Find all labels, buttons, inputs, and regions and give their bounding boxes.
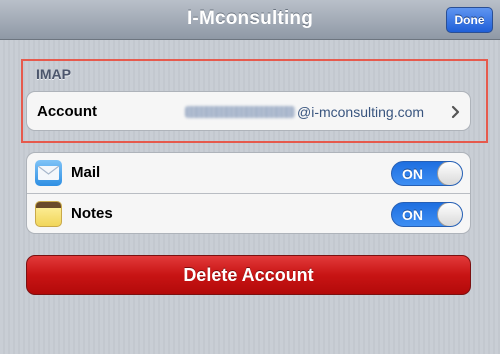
done-button[interactable]: Done [446,7,493,33]
app-row-notes: Notes ON [27,194,470,233]
toggle-knob [437,162,462,185]
page-title: I-Mconsulting [186,8,314,29]
account-email: @i-mconsulting.com [297,104,425,120]
notes-icon [35,201,62,227]
mail-icon [35,160,62,186]
delete-account-button[interactable]: Delete Account [26,255,471,295]
app-label-mail: Mail [71,164,101,181]
chevron-right-icon [451,105,460,119]
app-label-notes: Notes [71,205,113,222]
section-header: IMAP [36,66,71,82]
app-row-mail: Mail ON [27,153,470,194]
mail-toggle-label: ON [402,166,423,182]
notes-toggle[interactable]: ON [391,202,463,227]
toggle-knob [437,203,462,226]
mail-toggle[interactable]: ON [391,161,463,186]
apps-group: Mail ON Notes ON [26,152,471,234]
notes-toggle-label: ON [402,207,423,223]
redacted-email-user [185,106,295,118]
navigation-bar: I-Mconsulting Done [0,0,500,40]
account-row[interactable]: Account @i-mconsulting.com [26,91,471,131]
account-label: Account [37,103,97,120]
